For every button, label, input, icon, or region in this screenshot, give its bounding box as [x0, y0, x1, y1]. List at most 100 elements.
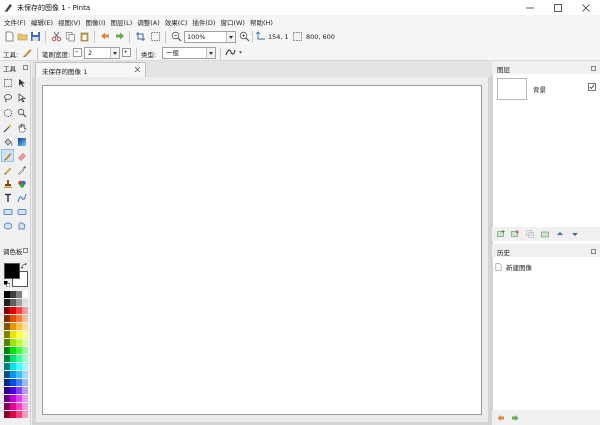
increase-width-button[interactable] [122, 48, 131, 57]
zoom-out-button[interactable] [170, 30, 183, 43]
redo-button[interactable] [113, 30, 126, 43]
tool-zoom[interactable] [15, 106, 28, 119]
layer-visibility-checkbox[interactable] [588, 83, 596, 91]
menu-help[interactable]: 帮助(H) [250, 17, 278, 27]
menu-edit[interactable]: 编辑(E) [31, 17, 58, 27]
tool-move-selected[interactable] [15, 76, 28, 89]
palette-swatch-grid[interactable] [4, 291, 28, 424]
save-button[interactable] [29, 30, 42, 43]
palette-swatch[interactable] [22, 331, 28, 338]
palette-swatch[interactable] [22, 299, 28, 306]
close-icon[interactable] [134, 66, 141, 73]
save-icon [31, 32, 40, 41]
menu-adjustments[interactable]: 调整(A) [137, 17, 165, 27]
brush-type-combo[interactable]: 一般 [162, 47, 216, 59]
layers-panel-title: 图层 [497, 66, 510, 74]
zoom-out-icon [171, 31, 182, 42]
document-tab[interactable]: 未保存的图像 1 [35, 62, 146, 77]
tool-color-picker[interactable] [15, 163, 28, 176]
image-canvas[interactable] [42, 85, 482, 415]
palette-swatch[interactable] [22, 347, 28, 354]
toolbar-separator [252, 31, 253, 43]
menu-addins[interactable]: 插件(D) [192, 17, 220, 27]
tool-clone-stamp[interactable] [1, 177, 14, 190]
palette-swatch[interactable] [22, 339, 28, 346]
zoom-in-button[interactable] [238, 30, 251, 43]
history-undo-button[interactable] [496, 413, 506, 423]
tool-text[interactable] [1, 191, 14, 204]
zoom-combo[interactable]: 100% [184, 31, 236, 43]
crop-button[interactable] [134, 30, 147, 43]
layer-thumbnail[interactable] [497, 78, 527, 100]
move-layer-down-button[interactable] [570, 229, 580, 239]
palette-swatch[interactable] [22, 379, 28, 386]
menu-image[interactable]: 图像(I) [86, 17, 111, 27]
tool-move-selection[interactable] [15, 91, 28, 104]
menu-view[interactable]: 视图(V) [58, 17, 86, 27]
tool-magic-wand[interactable] [1, 121, 14, 134]
cut-button[interactable] [50, 30, 63, 43]
history-redo-button[interactable] [510, 413, 520, 423]
tool-recolor[interactable] [15, 177, 28, 190]
maximize-button[interactable] [544, 0, 572, 15]
duplicate-layer-button[interactable] [525, 229, 535, 239]
chevron-down-icon [226, 32, 235, 42]
tool-pan[interactable] [15, 121, 28, 134]
primary-color-swatch[interactable] [4, 263, 20, 279]
new-button[interactable] [3, 30, 16, 43]
layer-name[interactable]: 背景 [533, 84, 546, 94]
minimize-button[interactable] [516, 0, 544, 15]
palette-swatch[interactable] [22, 395, 28, 402]
tool-rectangle-select[interactable] [1, 76, 14, 89]
open-button[interactable] [16, 30, 29, 43]
palette-swatch[interactable] [22, 315, 28, 322]
tool-line-curve[interactable] [15, 191, 28, 204]
history-item[interactable]: 新建图像 [495, 261, 595, 273]
swap-colors-icon[interactable] [20, 262, 28, 270]
menu-file[interactable]: 文件(F) [4, 17, 31, 27]
pin-icon[interactable] [23, 65, 28, 70]
tool-rectangle[interactable] [1, 205, 14, 218]
tool-rounded-rectangle[interactable] [15, 205, 28, 218]
antialiasing-dropdown[interactable] [225, 47, 245, 58]
merge-layer-button[interactable] [540, 229, 550, 239]
reset-colors-icon[interactable] [4, 281, 11, 288]
close-icon [582, 3, 590, 12]
palette-swatch[interactable] [22, 355, 28, 362]
menu-effects[interactable]: 效果(C) [165, 17, 193, 27]
move-layer-up-button[interactable] [555, 229, 565, 239]
tool-eraser[interactable] [15, 149, 28, 162]
menu-window[interactable]: 窗口(W) [220, 17, 250, 27]
tool-gradient[interactable] [15, 135, 28, 148]
palette-swatch[interactable] [22, 323, 28, 330]
pin-icon[interactable] [591, 66, 596, 71]
copy-button[interactable] [64, 30, 77, 43]
palette-swatch[interactable] [22, 411, 28, 418]
tool-ellipse-select[interactable] [1, 106, 14, 119]
palette-swatch[interactable] [22, 291, 28, 298]
tool-ellipse[interactable] [1, 219, 14, 232]
deselect-button[interactable] [149, 30, 162, 43]
pin-icon[interactable] [591, 249, 596, 254]
undo-button[interactable] [99, 30, 112, 43]
palette-swatch[interactable] [22, 307, 28, 314]
pin-icon[interactable] [23, 248, 28, 253]
tool-paint-bucket[interactable] [1, 135, 14, 148]
add-layer-button[interactable] [496, 229, 506, 239]
palette-swatch[interactable] [22, 363, 28, 370]
tool-pencil[interactable] [1, 163, 14, 176]
tool-freeform-shape[interactable] [15, 219, 28, 232]
paste-button[interactable] [78, 30, 91, 43]
deselect-icon [151, 32, 160, 41]
tool-lasso-select[interactable] [1, 91, 14, 104]
palette-swatch[interactable] [22, 403, 28, 410]
brush-width-combo[interactable]: 2 [84, 47, 120, 59]
tool-paintbrush[interactable] [1, 149, 14, 162]
delete-layer-button[interactable] [510, 229, 520, 239]
rounded-rectangle-icon [17, 208, 26, 215]
close-button[interactable] [572, 0, 600, 15]
menu-layers[interactable]: 图层(L) [111, 17, 138, 27]
palette-swatch[interactable] [22, 371, 28, 378]
palette-swatch[interactable] [22, 387, 28, 394]
decrease-width-button[interactable] [73, 48, 82, 57]
